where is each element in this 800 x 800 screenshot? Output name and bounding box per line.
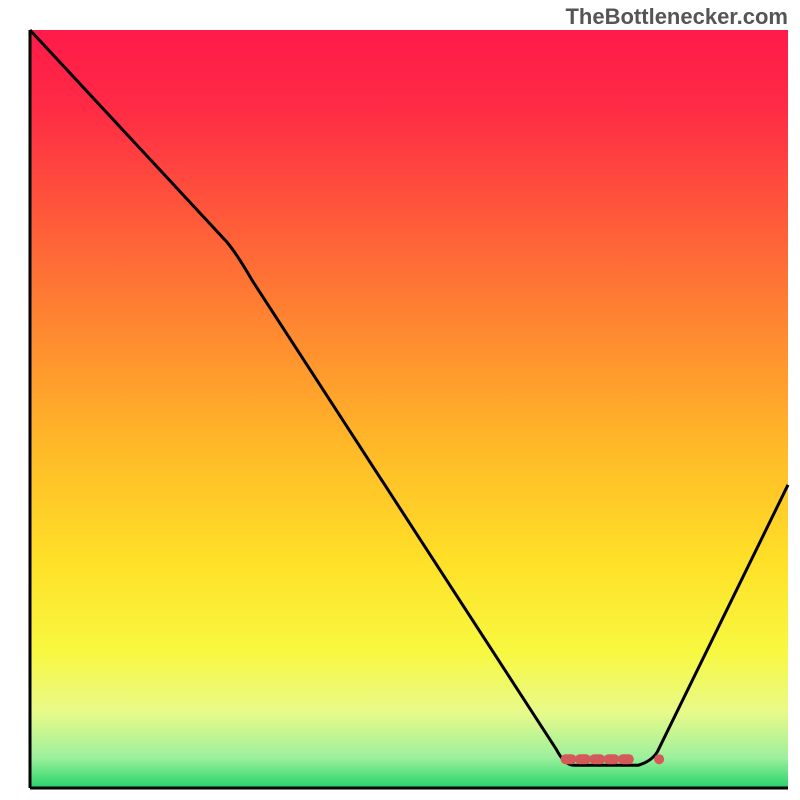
bottleneck-chart — [0, 0, 800, 800]
chart-container: TheBottlenecker.com — [0, 0, 800, 800]
watermark-text: TheBottlenecker.com — [565, 4, 788, 30]
plot-background — [30, 30, 788, 788]
